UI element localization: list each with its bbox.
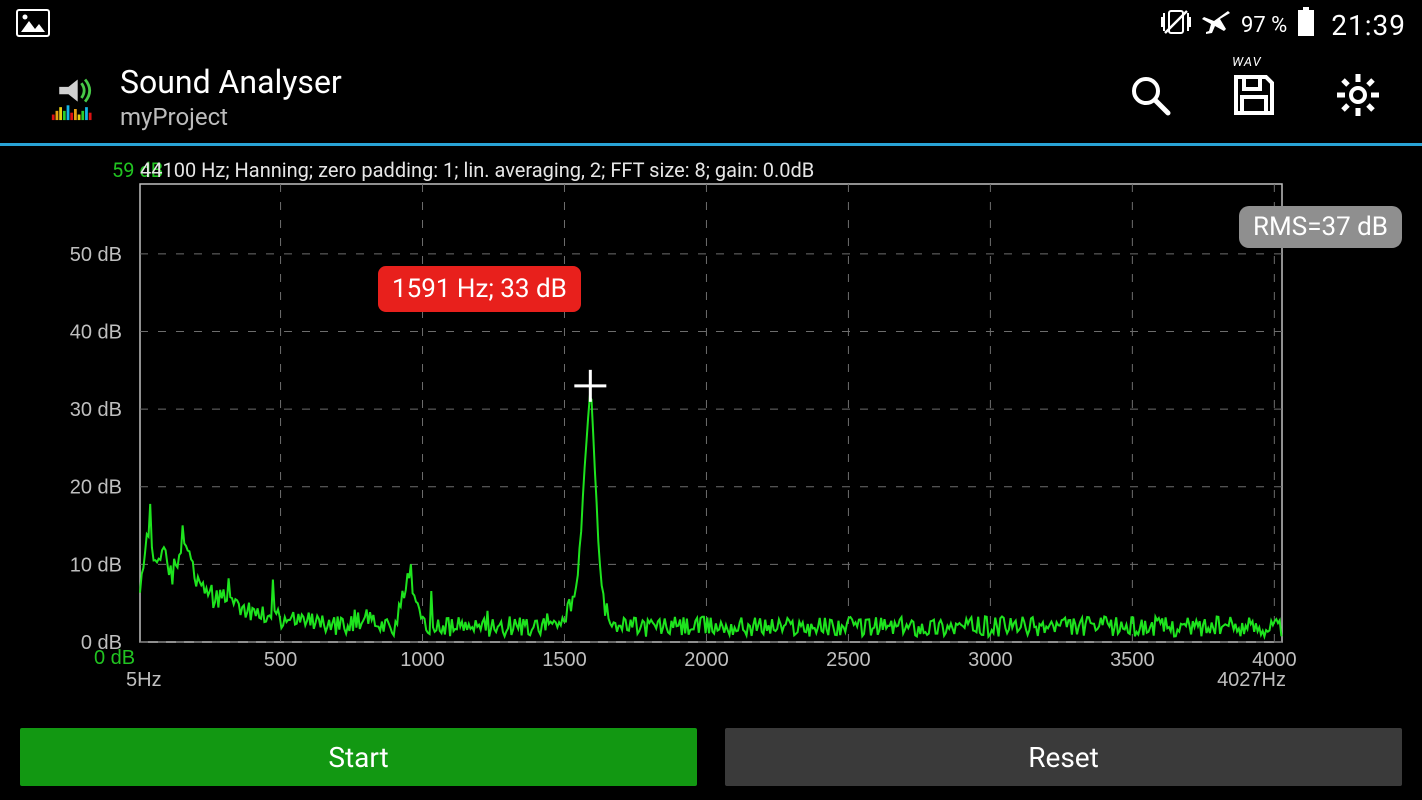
spectrum-plot[interactable]: 50 dB 40 dB 30 dB 20 dB 10 dB 0 dB 500 1000 1500… (0, 150, 1422, 708)
svg-text:4000: 4000 (1252, 649, 1297, 671)
svg-text:3500: 3500 (1110, 649, 1155, 671)
svg-text:2000: 2000 (684, 649, 729, 671)
airplane-mode-icon (1201, 8, 1231, 42)
reset-button-label: Reset (1028, 741, 1099, 774)
svg-text:30 dB: 30 dB (70, 399, 122, 421)
svg-text:0 dB: 0 dB (94, 647, 135, 669)
cursor-readout-badge: 1591 Hz; 33 dB (378, 266, 581, 312)
svg-text:10 dB: 10 dB (70, 554, 122, 576)
svg-text:1000: 1000 (400, 649, 445, 671)
svg-text:1500: 1500 (542, 649, 587, 671)
svg-text:50 dB: 50 dB (70, 244, 122, 266)
app-subtitle: myProject (120, 103, 1126, 131)
svg-text:3000: 3000 (968, 649, 1013, 671)
rms-badge: RMS=37 dB (1239, 206, 1402, 248)
reset-button[interactable]: Reset (725, 728, 1402, 786)
save-icon (1232, 73, 1276, 121)
status-bar: 97 % 21:39 (0, 0, 1422, 50)
svg-text:20 dB: 20 dB (70, 477, 122, 499)
app-bar: Sound Analyser myProject WAV (0, 50, 1422, 146)
svg-text:5Hz: 5Hz (126, 669, 162, 691)
battery-percent: 97 % (1241, 13, 1287, 38)
app-icon (50, 73, 98, 121)
status-clock: 21:39 (1331, 9, 1406, 42)
vibrate-off-icon (1161, 9, 1191, 41)
start-button-label: Start (328, 741, 388, 774)
svg-text:500: 500 (264, 649, 297, 671)
gear-icon (1335, 72, 1381, 122)
save-wav-button[interactable]: WAV (1230, 73, 1278, 121)
search-button[interactable] (1126, 73, 1174, 121)
button-row: Start Reset (20, 728, 1402, 786)
battery-icon (1297, 7, 1315, 43)
app-title: Sound Analyser (120, 63, 1126, 101)
notification-picture-icon (16, 9, 50, 41)
svg-text:4027Hz: 4027Hz (1217, 669, 1286, 691)
settings-button[interactable] (1334, 73, 1382, 121)
svg-text:40 dB: 40 dB (70, 321, 122, 343)
search-icon (1128, 73, 1172, 121)
wav-label: WAV (1232, 55, 1262, 70)
start-button[interactable]: Start (20, 728, 697, 786)
svg-text:2500: 2500 (826, 649, 871, 671)
spectrum-chart[interactable]: 59 dB 44100 Hz; Hanning; zero padding: 1… (0, 150, 1422, 708)
